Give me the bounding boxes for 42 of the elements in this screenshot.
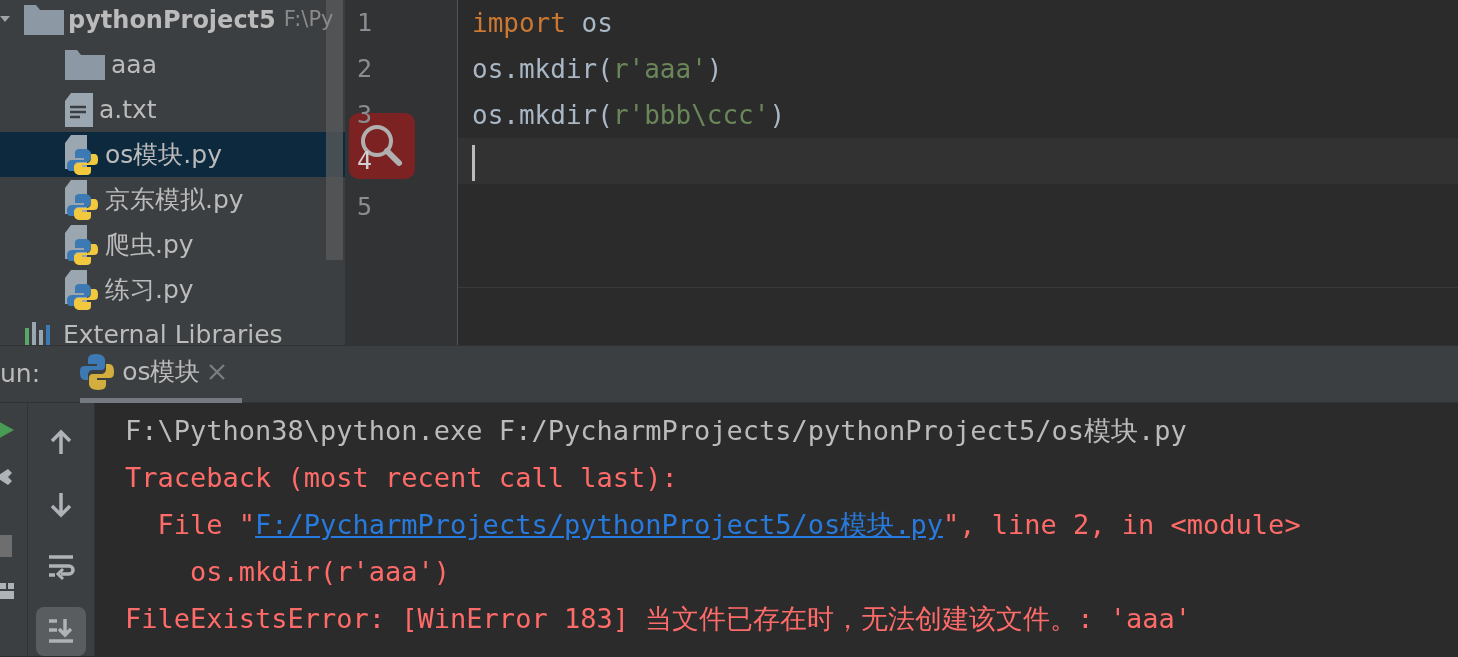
tree-item[interactable]: 爬虫.py [0, 222, 345, 267]
console-text: ", line 2, in <module> [943, 509, 1301, 540]
code-token: os.mkdir( [472, 100, 613, 130]
python-file-icon [65, 269, 99, 310]
project-path: F:\Py [283, 5, 334, 33]
code-token: os.mkdir( [472, 54, 613, 84]
tree-item[interactable]: 京东模拟.py [0, 177, 345, 222]
console-text: Traceback (most recent call last): [125, 462, 678, 493]
code-token: ) [769, 100, 786, 130]
tree-item[interactable]: aaa [0, 42, 345, 87]
text-cursor [472, 144, 475, 181]
console-text: FileExistsError: [WinError 183] 当文件已存在时，无法创建该文件。: 'aaa' [125, 603, 1191, 634]
line-number: 5 [357, 192, 373, 221]
code-token: r'bbb\ccc' [612, 100, 770, 130]
console-text: File " [156, 509, 256, 540]
line-number: 1 [357, 8, 373, 37]
folder-icon [24, 2, 64, 37]
python-file-icon [65, 224, 99, 265]
tree-item[interactable]: os模块.py [0, 132, 345, 177]
python-file-icon [65, 179, 99, 220]
soft-wrap-icon [47, 554, 75, 583]
line-number: 4 [357, 146, 373, 175]
close-icon[interactable] [208, 362, 227, 381]
python-file-icon [65, 134, 99, 175]
python-icon [80, 353, 115, 390]
code-token: os [580, 8, 613, 38]
console-text: os.mkdir(r'aaa') [189, 556, 451, 587]
scroll-to-end-button[interactable] [36, 606, 86, 656]
code-token: ) [706, 54, 723, 84]
scroll-to-end-icon [47, 617, 75, 646]
console-text: F:\Python38\python.exe F:/PycharmProjects/pythonProject5/os模块.py [125, 415, 1187, 446]
file-link[interactable]: F:/PycharmProjects/pythonProject5/os模块.py [255, 509, 943, 540]
tree-item[interactable]: a.txt [0, 87, 345, 132]
text-file-icon [65, 92, 93, 127]
tree-item[interactable]: 练习.py [0, 267, 345, 312]
code-token: r'aaa' [612, 54, 707, 84]
code-token: import [472, 8, 566, 38]
line-number: 2 [357, 54, 373, 83]
tree-item[interactable]: External Libraries [63, 315, 283, 345]
folder-icon [65, 47, 105, 82]
project-name[interactable]: pythonProject5 [68, 1, 276, 38]
run-label: un: [0, 358, 41, 391]
